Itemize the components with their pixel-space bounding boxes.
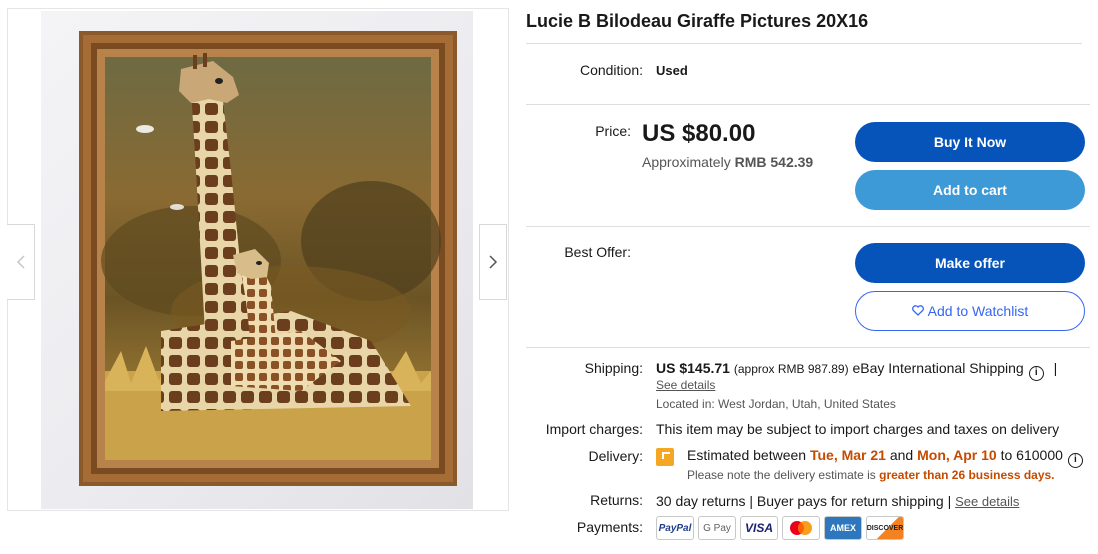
watchlist-label: Add to Watchlist [927,303,1029,319]
delivery-middle: and [885,447,918,463]
delivery-flag-icon [656,448,674,466]
price-approx-prefix: Approximately [642,154,735,170]
shipping-label: Shipping: [584,360,643,376]
condition-value: Used [656,63,688,78]
make-offer-button[interactable]: Make offer [855,243,1085,283]
delivery-end: Mon, Apr 10 [917,447,997,463]
shipping-separator: | [1053,360,1058,376]
price-value: US $80.00 [642,120,756,147]
import-charges-label: Import charges: [545,421,643,437]
add-to-watchlist-button[interactable]: Add to Watchlist [855,291,1085,331]
shipping-approx: (approx RMB 987.89) [733,362,849,376]
delivery-note: Please note the delivery estimate is gre… [687,468,1055,482]
shipping-line: US $145.71 (approx RMB 987.89) eBay Inte… [656,360,1057,381]
best-offer-label: Best Offer: [564,244,631,260]
info-icon[interactable]: i [1028,366,1044,381]
chevron-left-icon [16,255,25,269]
delivery-suffix: to 610000 [996,447,1063,463]
condition-label: Condition: [579,62,643,78]
delivery-estimate: Estimated between Tue, Mar 21 and Mon, A… [687,447,1083,468]
payments-label: Payments: [576,519,643,535]
returns-line: 30 day returns | Buyer pays for return s… [656,493,1019,509]
payment-methods: PayPal G Pay VISA AMEX DISCOVER [656,516,904,540]
heart-icon [911,303,924,319]
delivery-start: Tue, Mar 21 [809,447,886,463]
returns-label: Returns: [590,492,643,508]
import-charges-value: This item may be subject to import charg… [656,421,1060,437]
gallery-prev-button[interactable] [7,224,35,300]
product-photo[interactable] [41,11,473,509]
shipping-method: eBay International Shipping [852,360,1024,376]
condition-divider [526,104,1090,105]
offer-divider [526,347,1090,348]
returns-value: 30 day returns | Buyer pays for return s… [656,493,956,509]
delivery-note-emph: greater than 26 business days. [879,468,1055,482]
info-icon[interactable]: i [1067,453,1083,468]
paypal-icon: PayPal [656,516,694,540]
title-divider [526,43,1082,44]
price-approx-value: RMB 542.39 [734,154,814,170]
price-label: Price: [595,123,631,139]
discover-icon: DISCOVER [866,516,904,540]
giraffe-painting-image [79,31,457,486]
delivery-prefix: Estimated between [687,447,810,463]
listing-page: Lucie B Bilodeau Giraffe Pictures 20X16 … [0,0,1098,554]
returns-see-details-link[interactable]: See details [955,494,1019,509]
price-divider [526,226,1090,227]
gallery-next-button[interactable] [479,224,507,300]
shipping-see-details-link[interactable]: See details [656,378,715,392]
image-gallery [7,8,509,511]
visa-icon: VISA [740,516,778,540]
add-to-cart-button[interactable]: Add to cart [855,170,1085,210]
price-approx: Approximately RMB 542.39 [642,154,813,170]
delivery-note-prefix: Please note the delivery estimate is [687,468,880,482]
chevron-right-icon [489,255,498,269]
buy-it-now-button[interactable]: Buy It Now [855,122,1085,162]
shipping-location: Located in: West Jordan, Utah, United St… [656,397,896,411]
shipping-amount: US $145.71 [656,360,730,376]
amex-icon: AMEX [824,516,862,540]
google-pay-icon: G Pay [698,516,736,540]
listing-title: Lucie B Bilodeau Giraffe Pictures 20X16 [526,11,869,31]
delivery-label: Delivery: [588,448,643,464]
mastercard-icon [782,516,820,540]
